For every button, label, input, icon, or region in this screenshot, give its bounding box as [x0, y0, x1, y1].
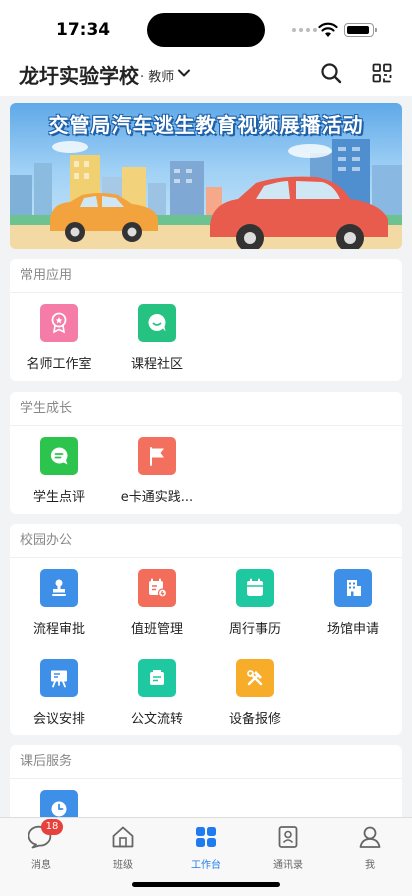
app-label: 课程社区 [130, 357, 183, 372]
tab-label: 工作台 [191, 860, 221, 871]
app-student-review[interactable]: 学生点评 [10, 436, 108, 514]
header: 龙圩实验学校 · 教师 [0, 58, 412, 92]
app-ecard-practice[interactable]: e卡通实践... [108, 436, 206, 514]
app-label: 公文流转 [130, 712, 183, 727]
card-after-school: 课后服务 [10, 745, 402, 825]
app-label: 会议安排 [32, 712, 85, 727]
tab-workbench[interactable]: 工作台 [165, 824, 247, 871]
app-label: 学生点评 [32, 490, 85, 505]
school-name[interactable]: 龙圩实验学校 [19, 60, 139, 89]
card-student-growth: 学生成长 学生点评 e卡通实践... [10, 392, 402, 514]
comment-icon [40, 437, 78, 475]
apps-scan-icon[interactable] [372, 63, 392, 83]
tab-label: 消息 [31, 860, 51, 871]
tab-contacts[interactable]: 通讯录 [247, 824, 329, 871]
award-icon [40, 304, 78, 342]
app-master-teacher-studio[interactable]: 名师工作室 [10, 303, 108, 381]
app-course-community[interactable]: 课程社区 [108, 303, 206, 381]
calendar-icon [236, 569, 274, 607]
tools-icon [236, 659, 274, 697]
app-weekly-calendar[interactable]: 周行事历 [206, 568, 304, 658]
contacts-icon [275, 824, 301, 850]
tab-class[interactable]: 班级 [82, 824, 164, 871]
stamp-icon [40, 569, 78, 607]
status-time: 17:34 [56, 20, 111, 40]
app-label: e卡通实践... [120, 490, 194, 505]
section-title: 学生成长 [10, 392, 402, 426]
building-icon [334, 569, 372, 607]
duty-calendar-icon [138, 569, 176, 607]
app-label: 名师工作室 [26, 357, 92, 372]
app-document-flow[interactable]: 公文流转 [108, 658, 206, 735]
app-meeting-arrangement[interactable]: 会议安排 [10, 658, 108, 735]
tab-me[interactable]: 我 [329, 824, 411, 871]
tab-label: 班级 [113, 860, 133, 871]
section-title: 常用应用 [10, 259, 402, 293]
flag-icon [138, 437, 176, 475]
app-venue-application[interactable]: 场馆申请 [304, 568, 402, 658]
signal-icon [292, 28, 317, 32]
app-duty-management[interactable]: 值班管理 [108, 568, 206, 658]
meeting-board-icon [40, 659, 78, 697]
status-bar: 17:34 [0, 0, 412, 58]
banner-title: 交管局汽车逃生教育视频展播活动 [48, 113, 364, 137]
banner[interactable]: 交管局汽车逃生教育视频展播活动 [10, 103, 402, 249]
chat-bubble-icon [138, 304, 176, 342]
app-label: 场馆申请 [326, 622, 379, 637]
battery-icon [344, 23, 377, 37]
tab-label: 我 [365, 860, 375, 871]
house-icon [110, 824, 136, 850]
home-indicator [132, 882, 280, 887]
app-equipment-repair[interactable]: 设备报修 [206, 658, 304, 735]
card-common-apps: 常用应用 名师工作室 课程社区 [10, 259, 402, 381]
wifi-icon [318, 22, 338, 37]
unread-badge: 18 [41, 819, 63, 835]
app-label: 流程审批 [32, 622, 85, 637]
grid-icon [193, 824, 219, 850]
message-icon: 18 [27, 819, 63, 850]
section-title: 校园办公 [10, 524, 402, 558]
header-divider [0, 92, 412, 96]
chevron-down-icon[interactable] [177, 66, 191, 80]
app-process-approval[interactable]: 流程审批 [10, 568, 108, 658]
app-label: 设备报修 [228, 712, 281, 727]
document-icon [138, 659, 176, 697]
app-label: 值班管理 [130, 622, 183, 637]
person-icon [357, 824, 383, 850]
tab-label: 通讯录 [273, 860, 303, 871]
tab-messages[interactable]: 18 消息 [0, 819, 82, 871]
search-icon[interactable] [320, 62, 342, 84]
card-campus-office: 校园办公 流程审批 值班管理 周行事历 场馆申请 会议安排 公文流转 设备报修 [10, 524, 402, 735]
dynamic-island [147, 13, 265, 47]
role-tag[interactable]: · 教师 [140, 66, 174, 85]
section-title: 课后服务 [10, 745, 402, 779]
app-label: 周行事历 [228, 622, 281, 637]
